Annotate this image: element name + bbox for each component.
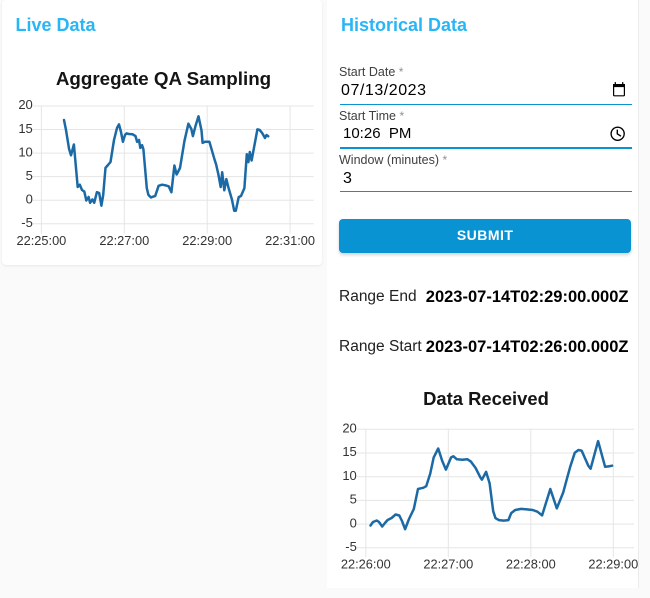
svg-text:10: 10 xyxy=(18,144,32,159)
svg-text:5: 5 xyxy=(26,168,33,183)
svg-text:Aggregate QA Sampling: Aggregate QA Sampling xyxy=(56,68,271,89)
svg-text:Data Received: Data Received xyxy=(423,388,549,409)
svg-text:15: 15 xyxy=(342,444,356,459)
svg-text:0: 0 xyxy=(350,515,357,530)
svg-text:22:31:00: 22:31:00 xyxy=(265,233,315,248)
svg-text:20: 20 xyxy=(18,97,32,112)
svg-text:22:27:00: 22:27:00 xyxy=(99,233,149,248)
svg-text:-5: -5 xyxy=(21,215,33,230)
svg-text:5: 5 xyxy=(350,492,357,507)
svg-text:22:26:00: 22:26:00 xyxy=(341,557,391,572)
svg-text:22:29:00: 22:29:00 xyxy=(182,233,232,248)
svg-text:22:27:00: 22:27:00 xyxy=(423,557,473,572)
svg-text:22:29:00: 22:29:00 xyxy=(588,557,638,572)
svg-text:20: 20 xyxy=(342,421,356,436)
svg-text:-5: -5 xyxy=(345,539,357,554)
svg-text:10: 10 xyxy=(342,468,356,483)
svg-text:22:28:00: 22:28:00 xyxy=(506,557,556,572)
svg-text:0: 0 xyxy=(26,191,33,206)
svg-text:15: 15 xyxy=(18,121,32,136)
svg-text:22:25:00: 22:25:00 xyxy=(16,233,66,248)
